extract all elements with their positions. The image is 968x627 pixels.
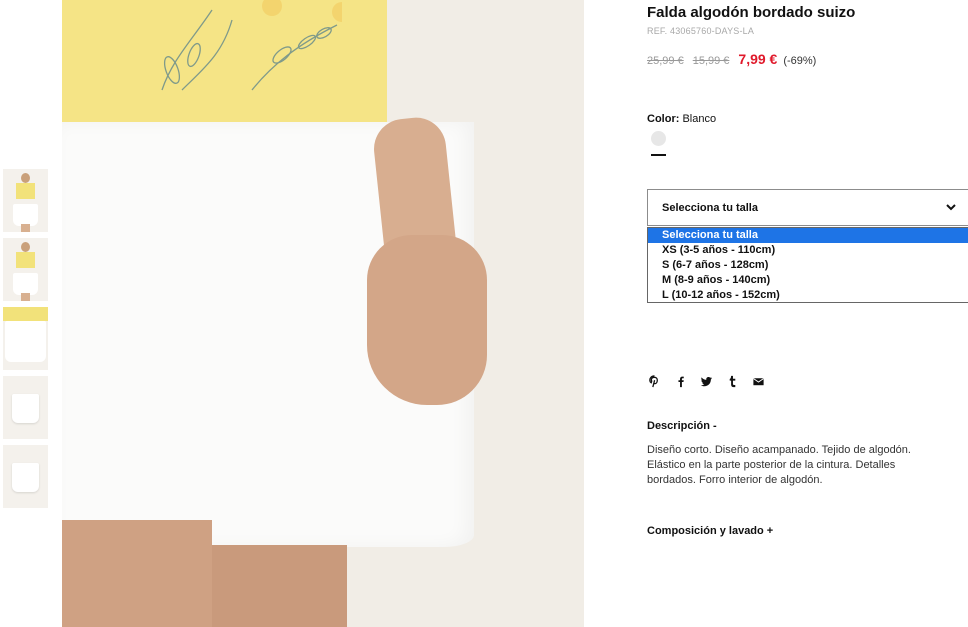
price-block: 25,99 € 15,99 € 7,99 € (-69%) — [647, 51, 816, 67]
composition-toggle[interactable]: Composición y lavado + — [647, 525, 773, 537]
size-option[interactable]: Selecciona tu talla — [648, 228, 968, 243]
thumb-skirt-flat — [12, 394, 39, 423]
thumb-figure-legs — [21, 224, 30, 232]
twitter-icon[interactable] — [699, 374, 713, 388]
product-main-image — [62, 0, 584, 627]
color-row: Color: Blanco — [647, 113, 716, 125]
size-select-label: Selecciona tu talla — [662, 202, 758, 214]
description-toggle[interactable]: Descripción - — [647, 420, 717, 432]
size-option[interactable]: L (10-12 años - 152cm) — [648, 288, 968, 303]
tumblr-icon[interactable] — [725, 374, 739, 388]
price-current: 7,99 € — [738, 51, 778, 67]
price-previous: 15,99 € — [692, 55, 730, 67]
color-swatch-blanco[interactable] — [651, 131, 666, 146]
thumbnail-1[interactable] — [3, 169, 48, 232]
product-ref: REF. 43065760-DAYS-LA — [647, 26, 755, 36]
thumb-figure-legs — [21, 293, 30, 301]
color-value: Blanco — [682, 113, 717, 125]
thumb-figure-top — [3, 307, 48, 321]
hand — [367, 235, 487, 405]
facebook-icon[interactable] — [673, 374, 687, 388]
product-title: Falda algodón bordado suizo — [647, 4, 856, 21]
thumb-figure-head — [21, 242, 30, 252]
price-discount: (-69%) — [783, 55, 817, 67]
thumb-figure-head — [21, 173, 30, 183]
share-icons — [647, 374, 765, 388]
yellow-top — [62, 0, 387, 140]
thumbnail-2[interactable] — [3, 238, 48, 301]
leg-right — [212, 545, 347, 627]
thumbnail-3[interactable] — [3, 307, 48, 370]
color-label: Color: — [647, 113, 680, 125]
price-original: 25,99 € — [647, 55, 684, 67]
size-option[interactable]: M (8-9 años - 140cm) — [648, 273, 968, 288]
embroidery-graphic — [161, 0, 342, 91]
thumb-skirt-flat — [12, 463, 39, 492]
thumb-figure-skirt — [5, 321, 46, 362]
thumbnail-4[interactable] — [3, 376, 48, 439]
leg-left — [62, 520, 212, 627]
email-icon[interactable] — [751, 374, 765, 388]
swatch-selected-indicator — [651, 154, 666, 156]
thumb-figure-top — [16, 183, 35, 199]
size-option[interactable]: S (6-7 años - 128cm) — [648, 258, 968, 273]
chevron-down-icon — [946, 204, 956, 211]
thumb-figure-skirt — [13, 273, 38, 295]
size-option[interactable]: XS (3-5 años - 110cm) — [648, 243, 968, 258]
size-dropdown-list: Selecciona tu talla XS (3-5 años - 110cm… — [647, 227, 968, 303]
thumbnail-strip — [3, 169, 48, 514]
thumb-figure-skirt — [13, 204, 38, 226]
description-text: Diseño corto. Diseño acampanado. Tejido … — [647, 444, 911, 486]
thumbnail-5[interactable] — [3, 445, 48, 508]
size-select[interactable]: Selecciona tu talla — [647, 189, 968, 226]
thumb-figure-top — [16, 252, 35, 268]
pinterest-icon[interactable] — [647, 374, 661, 388]
